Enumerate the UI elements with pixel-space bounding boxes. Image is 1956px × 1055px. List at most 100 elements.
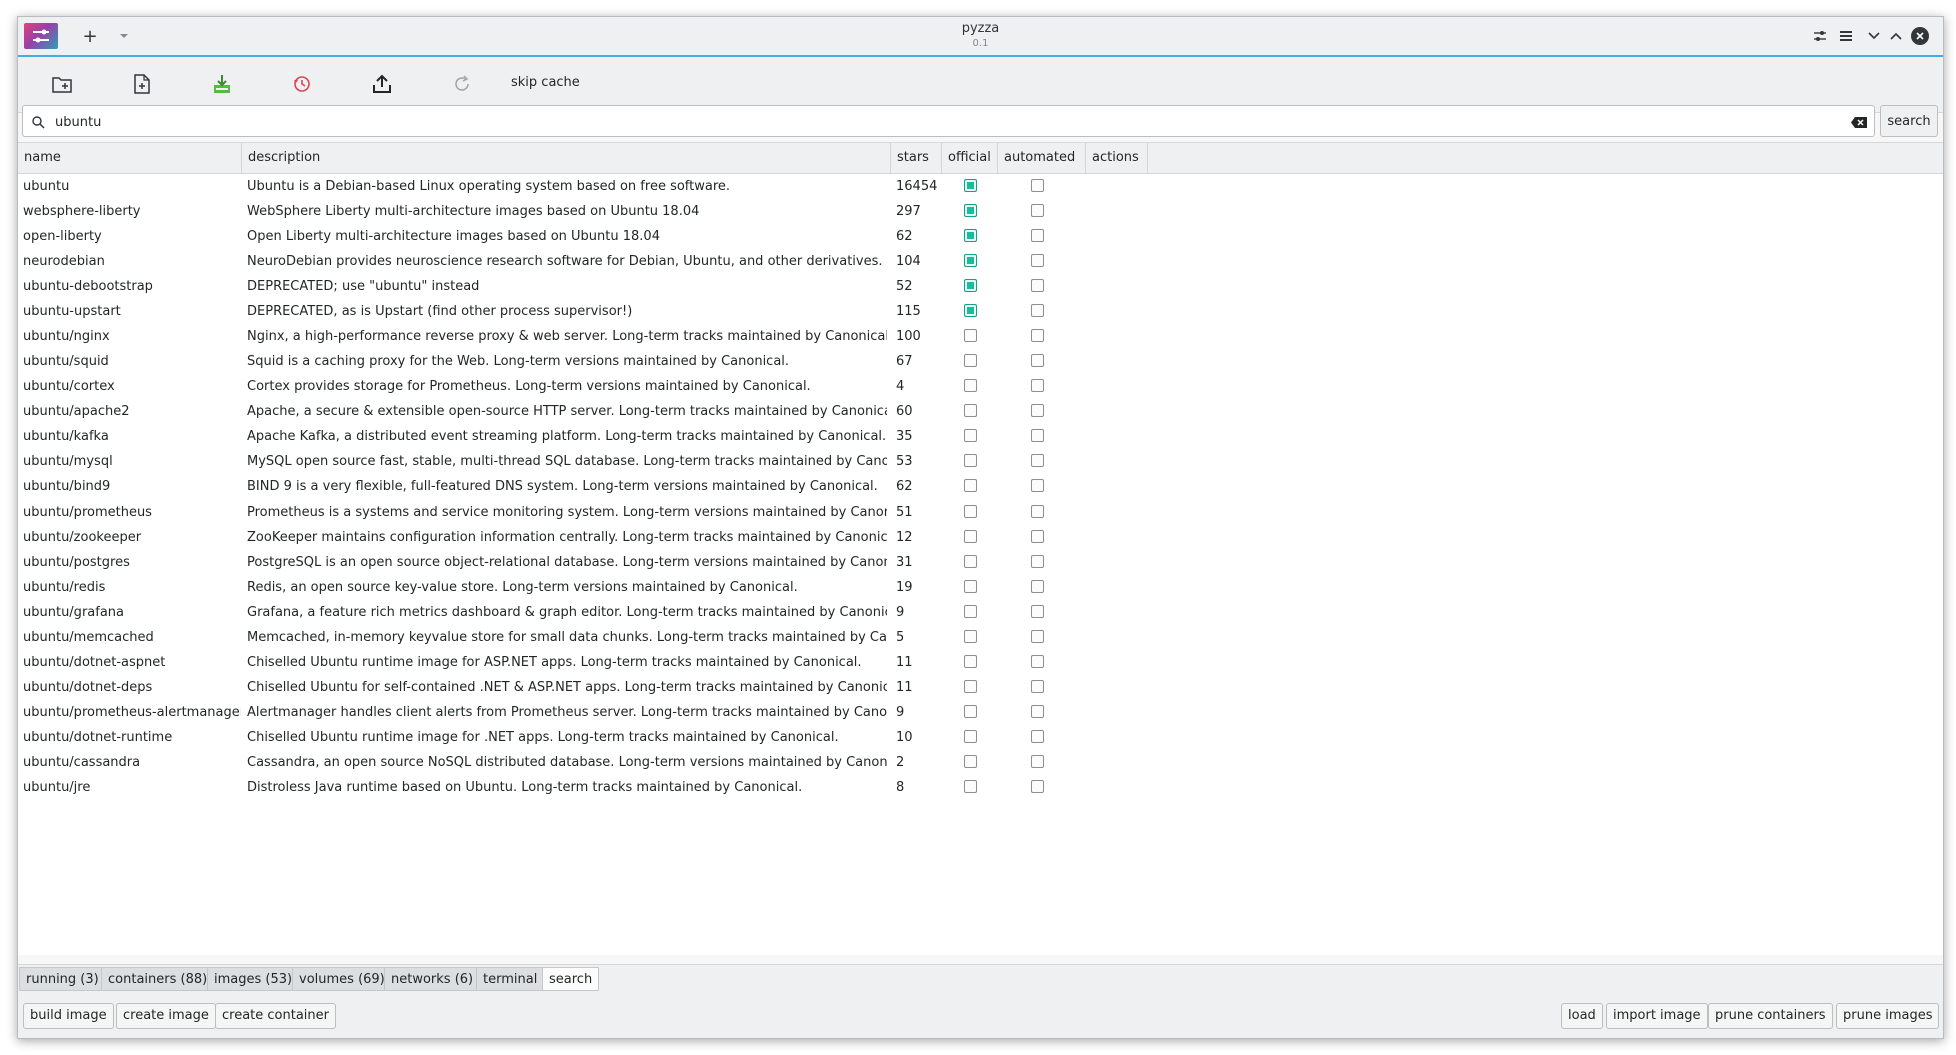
table-row[interactable]: ubuntu/nginx Nginx, a high-performance re…: [18, 324, 1943, 349]
table-row[interactable]: ubuntu/bind9 BIND 9 is a very flexible, f…: [18, 474, 1943, 499]
automated-checkbox[interactable]: [1031, 754, 1044, 768]
table-row[interactable]: ubuntu/dotnet-aspnet Chiselled Ubuntu run…: [18, 650, 1943, 675]
open-folder-icon[interactable]: [44, 69, 80, 99]
automated-checkbox[interactable]: [1031, 179, 1044, 192]
table-row[interactable]: ubuntu/cassandra Cassandra, an open sourc…: [18, 750, 1943, 775]
table-row[interactable]: ubuntu-upstart DEPRECATED, as is Upstart …: [18, 299, 1943, 324]
official-checkbox[interactable]: [964, 779, 977, 793]
tab-images[interactable]: images (53): [207, 967, 300, 991]
table-row[interactable]: ubuntu/cortex Cortex provides storage for…: [18, 374, 1943, 399]
automated-checkbox[interactable]: [1031, 254, 1044, 268]
table-row[interactable]: ubuntu/jre Distroless Java runtime based …: [18, 775, 1943, 800]
official-checkbox[interactable]: [964, 279, 977, 293]
table-row[interactable]: ubuntu/apache2 Apache, a secure & extensi…: [18, 399, 1943, 424]
official-checkbox[interactable]: [964, 704, 977, 718]
tab-terminal[interactable]: terminal: [476, 967, 545, 991]
settings-icon[interactable]: [1809, 25, 1831, 47]
menu-icon[interactable]: [1835, 25, 1857, 47]
column-header-description[interactable]: description: [242, 143, 891, 173]
maximize-icon[interactable]: [1885, 25, 1907, 47]
table-row[interactable]: ubuntu/memcached Memcached, in-memory key…: [18, 625, 1943, 650]
official-checkbox[interactable]: [964, 679, 977, 693]
official-checkbox[interactable]: [964, 229, 977, 243]
automated-checkbox[interactable]: [1031, 554, 1044, 568]
automated-checkbox[interactable]: [1031, 654, 1044, 668]
official-checkbox[interactable]: [964, 529, 977, 543]
new-file-icon[interactable]: [124, 69, 160, 99]
create-image-button[interactable]: create image: [116, 1003, 216, 1029]
automated-checkbox[interactable]: [1031, 529, 1044, 543]
tab-running[interactable]: running (3): [19, 967, 106, 991]
official-checkbox[interactable]: [964, 379, 977, 393]
pull-icon[interactable]: [204, 69, 240, 99]
automated-checkbox[interactable]: [1031, 729, 1044, 743]
table-row[interactable]: ubuntu/prometheus Prometheus is a systems…: [18, 500, 1943, 525]
skip-cache-label[interactable]: skip cache: [511, 75, 580, 90]
load-button[interactable]: load: [1561, 1003, 1603, 1029]
table-row[interactable]: websphere-liberty WebSphere Liberty multi…: [18, 199, 1943, 224]
tab-networks[interactable]: networks (6): [384, 967, 481, 991]
official-checkbox[interactable]: [964, 429, 977, 443]
automated-checkbox[interactable]: [1031, 404, 1044, 418]
automated-checkbox[interactable]: [1031, 229, 1044, 243]
history-icon[interactable]: [284, 69, 320, 99]
official-checkbox[interactable]: [964, 554, 977, 568]
tab-search[interactable]: search: [542, 967, 600, 991]
automated-checkbox[interactable]: [1031, 679, 1044, 693]
column-header-name[interactable]: name: [18, 143, 242, 173]
automated-checkbox[interactable]: [1031, 304, 1044, 318]
table-row[interactable]: ubuntu/zookeeper ZooKeeper maintains conf…: [18, 525, 1943, 550]
import-image-button[interactable]: import image: [1606, 1003, 1708, 1029]
automated-checkbox[interactable]: [1031, 429, 1044, 443]
automated-checkbox[interactable]: [1031, 379, 1044, 393]
automated-checkbox[interactable]: [1031, 629, 1044, 643]
official-checkbox[interactable]: [964, 404, 977, 418]
official-checkbox[interactable]: [964, 329, 977, 343]
automated-checkbox[interactable]: [1031, 279, 1044, 293]
automated-checkbox[interactable]: [1031, 329, 1044, 343]
table-row[interactable]: ubuntu/grafana Grafana, a feature rich me…: [18, 600, 1943, 625]
upload-icon[interactable]: [364, 69, 400, 99]
tab-containers[interactable]: containers (88): [101, 967, 215, 991]
table-row[interactable]: ubuntu Ubuntu is a Debian-based Linux ope…: [18, 174, 1943, 199]
official-checkbox[interactable]: [964, 754, 977, 768]
official-checkbox[interactable]: [964, 654, 977, 668]
official-checkbox[interactable]: [964, 504, 977, 518]
table-row[interactable]: ubuntu/squid Squid is a caching proxy for…: [18, 349, 1943, 374]
table-row[interactable]: neurodebian NeuroDebian provides neurosci…: [18, 249, 1943, 274]
prune-images-button[interactable]: prune images: [1836, 1003, 1940, 1029]
search-button[interactable]: search: [1880, 105, 1938, 137]
table-row[interactable]: ubuntu/mysql MySQL open source fast, stab…: [18, 449, 1943, 474]
column-header-stars[interactable]: stars: [891, 143, 942, 173]
table-row[interactable]: ubuntu/kafka Apache Kafka, a distributed …: [18, 424, 1943, 449]
build-image-button[interactable]: build image: [23, 1003, 114, 1029]
column-header-actions[interactable]: actions: [1086, 143, 1148, 173]
close-icon[interactable]: [1911, 27, 1929, 45]
table-row[interactable]: ubuntu/postgres PostgreSQL is an open sou…: [18, 550, 1943, 575]
automated-checkbox[interactable]: [1031, 604, 1044, 618]
table-row[interactable]: ubuntu/prometheus-alertmanager Alertmanag…: [18, 700, 1943, 725]
official-checkbox[interactable]: [964, 454, 977, 468]
official-checkbox[interactable]: [964, 604, 977, 618]
minimize-icon[interactable]: [1863, 25, 1885, 47]
official-checkbox[interactable]: [964, 629, 977, 643]
official-checkbox[interactable]: [964, 579, 977, 593]
refresh-icon[interactable]: [444, 69, 480, 99]
prune-containers-button[interactable]: prune containers: [1708, 1003, 1833, 1029]
clear-search-icon[interactable]: [1850, 114, 1868, 133]
official-checkbox[interactable]: [964, 254, 977, 268]
table-row[interactable]: ubuntu/dotnet-runtime Chiselled Ubuntu ru…: [18, 725, 1943, 750]
automated-checkbox[interactable]: [1031, 704, 1044, 718]
create-container-button[interactable]: create container: [215, 1003, 336, 1029]
automated-checkbox[interactable]: [1031, 204, 1044, 218]
table-row[interactable]: ubuntu/dotnet-deps Chiselled Ubuntu for s…: [18, 675, 1943, 700]
tab-volumes[interactable]: volumes (69): [292, 967, 392, 991]
automated-checkbox[interactable]: [1031, 579, 1044, 593]
column-header-official[interactable]: official: [942, 143, 998, 173]
official-checkbox[interactable]: [964, 354, 977, 368]
search-input[interactable]: [53, 111, 1837, 133]
official-checkbox[interactable]: [964, 179, 977, 192]
official-checkbox[interactable]: [964, 204, 977, 218]
automated-checkbox[interactable]: [1031, 504, 1044, 518]
official-checkbox[interactable]: [964, 304, 977, 318]
